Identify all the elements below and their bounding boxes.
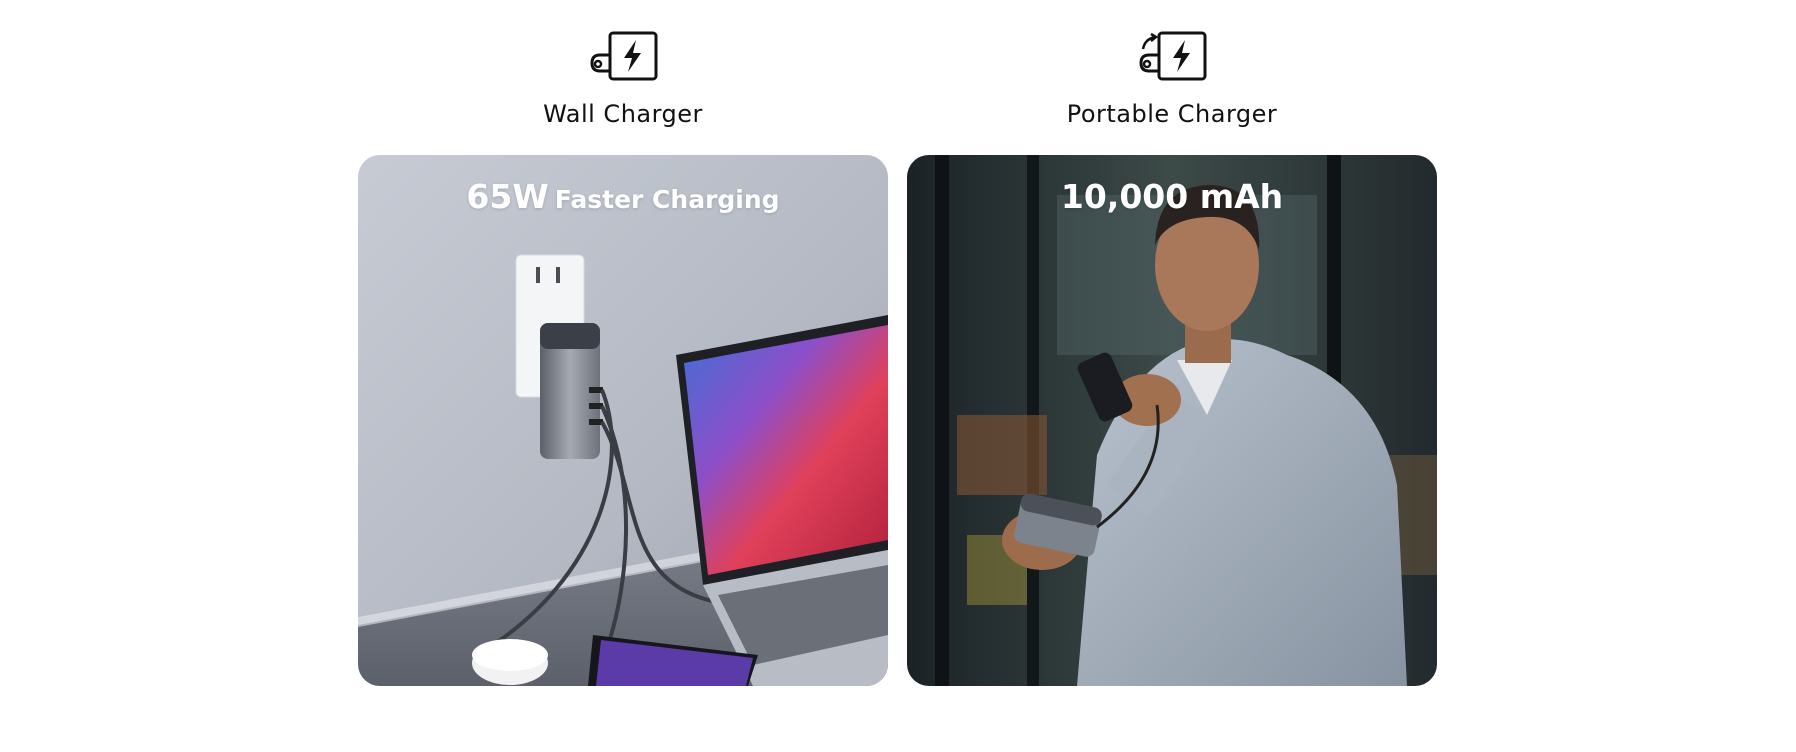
wall-charger-headline: 65W Faster Charging	[358, 177, 888, 216]
portable-charger-icon	[1139, 31, 1207, 81]
wall-charger-power: 65W	[466, 177, 549, 216]
portable-charger-label: Portable Charger	[1066, 100, 1278, 128]
wall-charger-header: Wall Charger	[358, 0, 888, 155]
portable-charger-capacity: 10,000 mAh	[1060, 177, 1284, 216]
wall-charger-icon	[590, 31, 658, 81]
portable-charger-header: Portable Charger	[907, 0, 1437, 155]
portable-charger-card[interactable]: 10,000 mAh	[907, 155, 1437, 686]
wall-charger-photo	[358, 155, 888, 686]
wall-charger-label: Wall Charger	[543, 100, 703, 128]
portable-charger-photo	[907, 155, 1437, 686]
wall-charger-column: Wall Charger 65W Faster Charging	[358, 0, 888, 686]
wall-charger-card[interactable]: 65W Faster Charging	[358, 155, 888, 686]
portable-charger-headline: 10,000 mAh	[907, 177, 1437, 216]
portable-charger-column: Portable Charger 10,000 mAh	[907, 0, 1437, 686]
wall-charger-tagline: Faster Charging	[554, 185, 780, 214]
